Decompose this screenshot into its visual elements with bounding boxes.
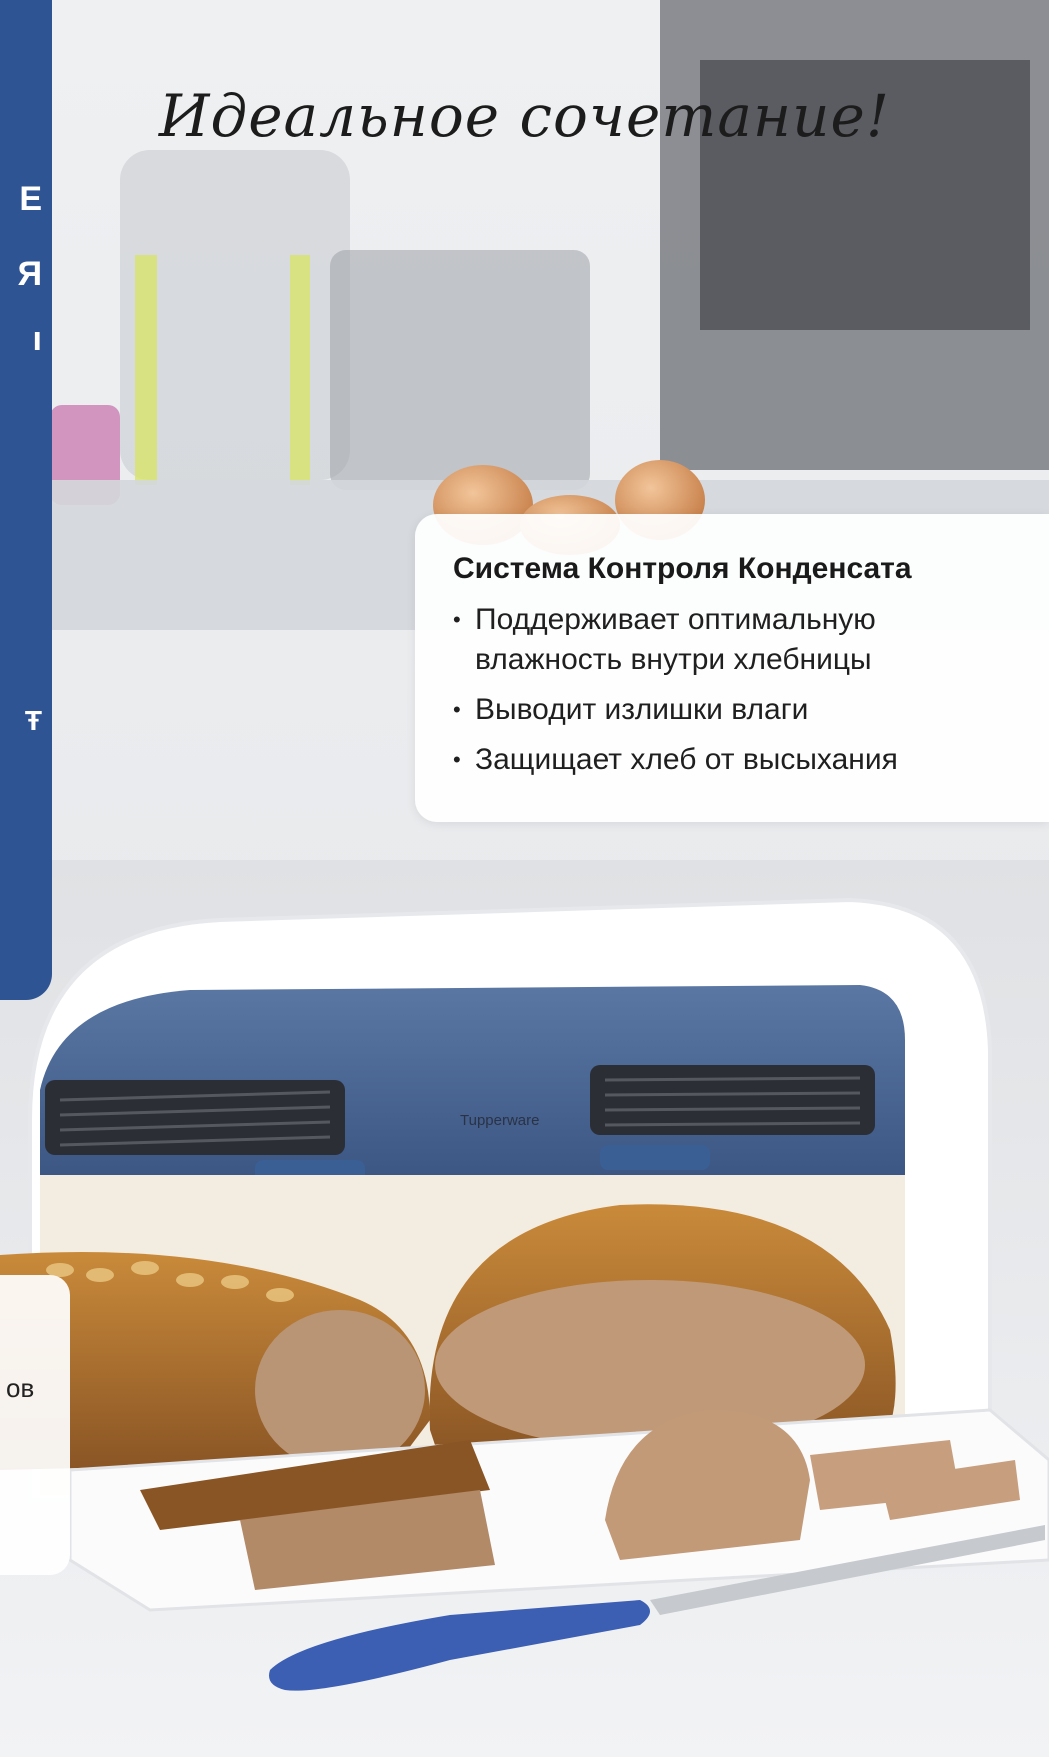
feature-bullet: Поддерживает оптимальную влажность внутр… bbox=[453, 600, 1015, 680]
brand-mark: Tupperware bbox=[460, 1112, 539, 1129]
feature-bullet: Защищает хлеб от высыхания bbox=[453, 740, 1015, 780]
feature-list: Поддерживает оптимальную влажность внутр… bbox=[453, 600, 1015, 790]
bottom-card: ов bbox=[0, 1275, 70, 1575]
kitchen-photo: Tupperware bbox=[0, 0, 1049, 1757]
bottom-card-fragment: ов bbox=[6, 1373, 35, 1403]
feature-bullet: Выводит излишки влаги bbox=[453, 690, 1015, 730]
side-banner: E Я ı Ŧ bbox=[0, 0, 52, 1000]
side-banner-fragment: Я bbox=[17, 255, 42, 293]
feature-heading: Система Контроля Конденсата bbox=[453, 552, 912, 585]
feature-card: Система Контроля Конденсата Поддерживает… bbox=[415, 514, 1049, 822]
side-banner-fragment: E bbox=[19, 180, 42, 218]
script-title: Идеальное сочетание! bbox=[158, 82, 891, 150]
side-banner-fragment: Ŧ bbox=[24, 705, 42, 736]
side-banner-fragment: ı bbox=[32, 320, 42, 358]
